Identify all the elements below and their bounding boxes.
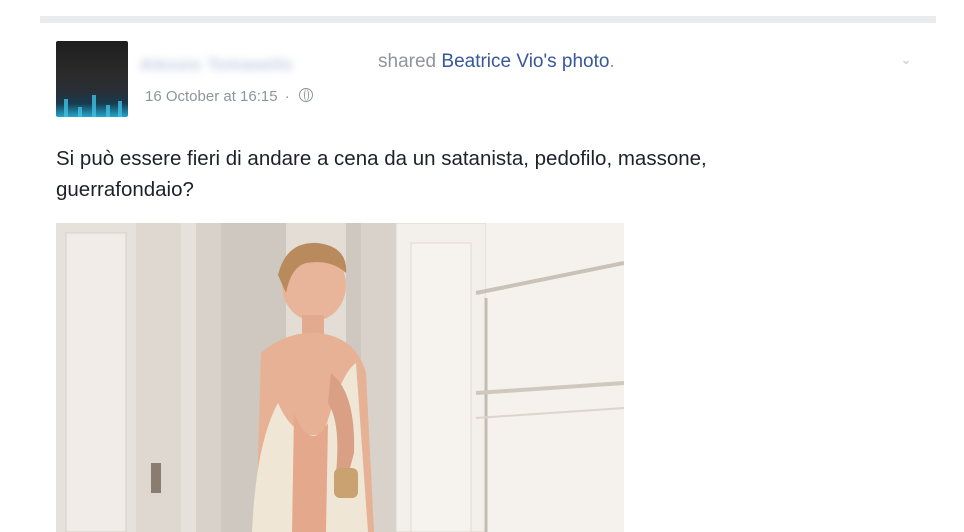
photo-illustration bbox=[56, 223, 624, 532]
post-message-line-1: Si può essere fieri di andare a cena da … bbox=[56, 147, 707, 170]
shared-photo-link[interactable]: Beatrice Vio's photo bbox=[441, 51, 609, 72]
post-message: Si può essere fieri di andare a cena da … bbox=[56, 143, 906, 205]
feed-divider bbox=[40, 16, 936, 23]
author-name[interactable]: Alessio Tomasello bbox=[140, 55, 293, 74]
shared-photo[interactable] bbox=[56, 223, 624, 532]
meta-separator: · bbox=[284, 88, 290, 105]
post-headline: shared Beatrice Vio's photo. bbox=[378, 51, 615, 73]
post-meta: 16 October at 16:15 · bbox=[145, 88, 313, 105]
shared-text: shared bbox=[378, 51, 437, 72]
feed-post: Alessio Tomasello shared Beatrice Vio's … bbox=[40, 23, 936, 532]
post-timestamp[interactable]: 16 October at 16:15 bbox=[145, 88, 278, 105]
chevron-down-icon[interactable]: ⌄ bbox=[898, 51, 914, 67]
avatar[interactable] bbox=[56, 41, 128, 117]
globe-icon[interactable] bbox=[298, 88, 313, 102]
post-message-line-2: guerrafondaio? bbox=[56, 178, 194, 201]
headline-period: . bbox=[609, 51, 615, 72]
